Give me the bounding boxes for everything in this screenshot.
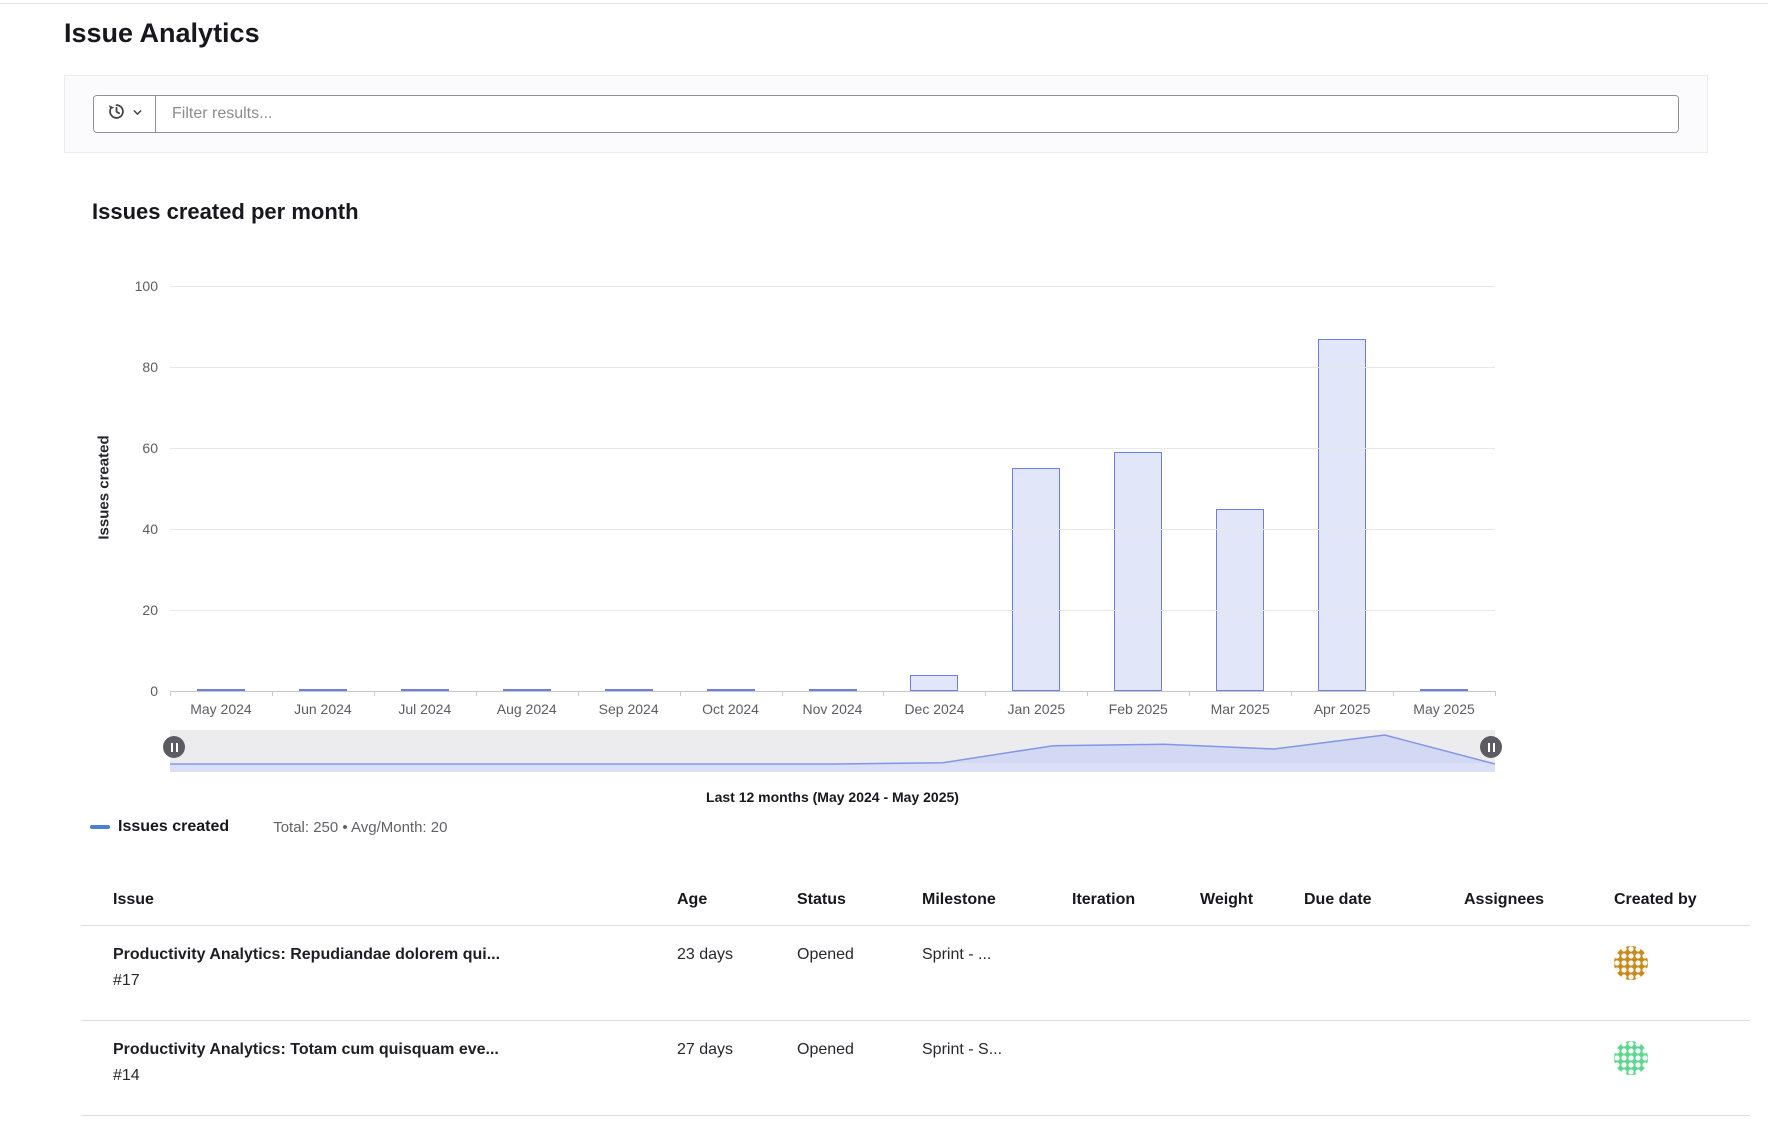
brush-handle-right[interactable] bbox=[1480, 736, 1502, 758]
column-header-created-by: Created by bbox=[1598, 873, 1750, 926]
cell-milestone: Sprint - S... bbox=[906, 1021, 1056, 1116]
column-header-status: Status bbox=[781, 873, 906, 926]
issues-created-chart-section: Issues created per month May 2025Apr 202… bbox=[64, 199, 1708, 873]
chevron-down-icon bbox=[132, 105, 143, 123]
bar-Feb 2025[interactable] bbox=[1114, 452, 1162, 691]
y-tick-label: 0 bbox=[110, 683, 158, 699]
cell-iteration bbox=[1056, 926, 1184, 1021]
cell-assignees bbox=[1448, 926, 1598, 1021]
cell-due_date bbox=[1288, 1021, 1448, 1116]
brush-caption: Last 12 months (May 2024 - May 2025) bbox=[170, 789, 1495, 805]
x-axis-label: Mar 2025 bbox=[1189, 701, 1291, 717]
table-header-row: IssueAgeStatusMilestoneIterationWeightDu… bbox=[81, 873, 1750, 926]
column-header-iteration: Iteration bbox=[1056, 873, 1184, 926]
column-header-due-date: Due date bbox=[1288, 873, 1448, 926]
y-tick-label: 60 bbox=[110, 440, 158, 456]
column-header-weight: Weight bbox=[1184, 873, 1288, 926]
gridline-20 bbox=[170, 610, 1495, 611]
created-by-avatar[interactable] bbox=[1614, 1041, 1648, 1075]
issue-id: #17 bbox=[113, 972, 645, 990]
x-axis-tick bbox=[1495, 691, 1496, 696]
cell-milestone: Sprint - ... bbox=[906, 926, 1056, 1021]
issue-id: #14 bbox=[113, 1067, 645, 1085]
filter-control bbox=[93, 95, 1679, 133]
cell-weight bbox=[1184, 1021, 1288, 1116]
x-axis-label: Oct 2024 bbox=[680, 701, 782, 717]
y-tick-label: 20 bbox=[110, 602, 158, 618]
cell-due_date bbox=[1288, 926, 1448, 1021]
column-header-milestone: Milestone bbox=[906, 873, 1056, 926]
x-axis-label: Jan 2025 bbox=[985, 701, 1087, 717]
column-header-age: Age bbox=[661, 873, 781, 926]
x-axis-label: May 2024 bbox=[170, 701, 272, 717]
x-axis-label: Aug 2024 bbox=[476, 701, 578, 717]
y-tick-label: 100 bbox=[110, 278, 158, 294]
column-header-issue: Issue bbox=[81, 873, 661, 926]
cell-assignees bbox=[1448, 1021, 1598, 1116]
legend-series-label: Issues created bbox=[118, 818, 229, 836]
cell-status: Opened bbox=[781, 1021, 906, 1116]
x-axis-label: May 2025 bbox=[1393, 701, 1495, 717]
x-axis-label: Apr 2025 bbox=[1291, 701, 1393, 717]
bar-Apr 2025[interactable] bbox=[1318, 339, 1366, 691]
brush-handle-left[interactable] bbox=[163, 736, 185, 758]
x-axis-label: Dec 2024 bbox=[883, 701, 985, 717]
chart-title: Issues created per month bbox=[92, 199, 1708, 225]
cell-age: 27 days bbox=[661, 1021, 781, 1116]
filter-panel bbox=[64, 75, 1708, 153]
bar-Mar 2025[interactable] bbox=[1216, 509, 1264, 691]
page-title: Issue Analytics bbox=[64, 18, 1768, 49]
legend-summary: Total: 250 • Avg/Month: 20 bbox=[273, 819, 447, 836]
cell-weight bbox=[1184, 926, 1288, 1021]
issue-title-link[interactable]: Productivity Analytics: Repudiandae dolo… bbox=[113, 946, 645, 964]
gridline-40 bbox=[170, 529, 1495, 530]
legend-dash-icon bbox=[90, 825, 110, 829]
issues-table: IssueAgeStatusMilestoneIterationWeightDu… bbox=[81, 873, 1750, 1116]
gridline-60 bbox=[170, 448, 1495, 449]
chart-zoom-slider[interactable] bbox=[170, 730, 1495, 772]
table-row: Productivity Analytics: Totam cum quisqu… bbox=[81, 1021, 1750, 1116]
chart-legend: Issues created Total: 250 • Avg/Month: 2… bbox=[90, 818, 447, 836]
created-by-avatar[interactable] bbox=[1614, 946, 1648, 980]
table-row: Productivity Analytics: Repudiandae dolo… bbox=[81, 926, 1750, 1021]
x-axis-label: Jul 2024 bbox=[374, 701, 476, 717]
cell-iteration bbox=[1056, 1021, 1184, 1116]
filter-results-input[interactable] bbox=[156, 96, 1678, 132]
column-header-assignees: Assignees bbox=[1448, 873, 1598, 926]
bar-Jan 2025[interactable] bbox=[1012, 468, 1060, 691]
issues-per-month-bar-chart: May 2025Apr 2025Mar 2025Feb 2025Jan 2025… bbox=[64, 233, 1708, 873]
gridline-0 bbox=[170, 691, 1495, 692]
filter-history-button[interactable] bbox=[94, 96, 156, 132]
brush-preview-area bbox=[170, 730, 1495, 772]
x-axis-label: Sep 2024 bbox=[578, 701, 680, 717]
top-divider bbox=[0, 0, 1768, 4]
gridline-100 bbox=[170, 286, 1495, 287]
issue-title-link[interactable]: Productivity Analytics: Totam cum quisqu… bbox=[113, 1041, 645, 1059]
cell-age: 23 days bbox=[661, 926, 781, 1021]
y-tick-label: 80 bbox=[110, 359, 158, 375]
gridline-80 bbox=[170, 367, 1495, 368]
bar-Dec 2024[interactable] bbox=[910, 675, 958, 691]
cell-status: Opened bbox=[781, 926, 906, 1021]
x-axis-label: Feb 2025 bbox=[1087, 701, 1189, 717]
history-icon bbox=[107, 102, 126, 126]
y-tick-label: 40 bbox=[110, 521, 158, 537]
x-axis-label: Nov 2024 bbox=[782, 701, 884, 717]
x-axis-label: Jun 2024 bbox=[272, 701, 374, 717]
